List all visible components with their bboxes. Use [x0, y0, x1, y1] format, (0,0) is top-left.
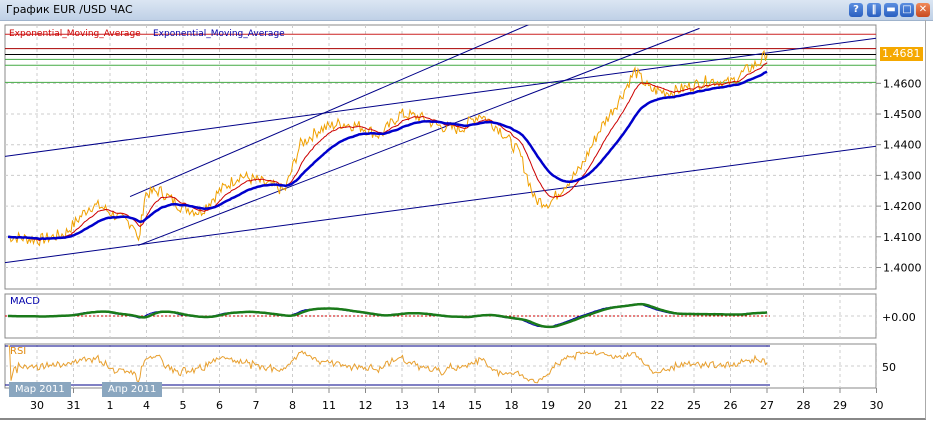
y-tick-label: 1.4500: [883, 108, 922, 121]
legend-ema1: Exponential_Moving_Average: [9, 29, 141, 39]
x-tick-label: 1: [107, 399, 114, 412]
y-tick-label: 1.4300: [883, 169, 922, 182]
macd-axis-label: +0.00: [882, 311, 916, 324]
x-tick-label: 11: [322, 399, 336, 412]
x-tick-label: 27: [760, 399, 774, 412]
legend-ema2: Exponential_Moving_Average: [153, 29, 285, 39]
y-tick-label: 1.4000: [883, 262, 922, 275]
x-tick-label: 21: [614, 399, 628, 412]
x-tick-label: 20: [578, 399, 592, 412]
x-tick-label: 30: [870, 399, 884, 412]
x-tick-label: 29: [833, 399, 847, 412]
month-label-april: Апр 2011: [102, 382, 163, 397]
price-chart[interactable]: 30 31 1 4 5 6 7 8 11 12 13 14 15 18 19 20 21 22 25 26 27 28 29…: [0, 0, 933, 423]
current-price-tag: 1.4681: [880, 47, 923, 61]
macd-label: MACD: [10, 296, 40, 307]
x-tick-label: 12: [359, 399, 373, 412]
y-tick-label: 1.4100: [883, 231, 922, 244]
x-tick-label: 30: [30, 399, 44, 412]
y-tick-label: 1.4200: [883, 200, 922, 213]
panel-0: [4, 24, 877, 290]
x-tick-label: 26: [724, 399, 738, 412]
x-tick-label: 25: [687, 399, 701, 412]
x-tick-label: 22: [651, 399, 665, 412]
rsi-label: RSI: [10, 346, 27, 357]
y-tick-label: 1.4400: [883, 139, 922, 152]
x-tick-label: 18: [505, 399, 519, 412]
x-tick-label: 19: [541, 399, 555, 412]
x-tick-label: 15: [468, 399, 482, 412]
x-tick-label: 6: [216, 399, 223, 412]
month-label-march: Мар 2011: [9, 382, 71, 397]
x-tick-label: 4: [143, 399, 150, 412]
x-tick-label: 8: [289, 399, 296, 412]
x-tick-label: 13: [395, 399, 409, 412]
y-tick-label: 1.4600: [883, 77, 922, 90]
x-tick-label: 28: [797, 399, 811, 412]
x-tick-label: 5: [180, 399, 187, 412]
x-tick-label: 7: [253, 399, 260, 412]
rsi-axis-label: 50: [882, 361, 896, 374]
x-tick-label: 14: [432, 399, 446, 412]
x-tick-label: 31: [67, 399, 81, 412]
